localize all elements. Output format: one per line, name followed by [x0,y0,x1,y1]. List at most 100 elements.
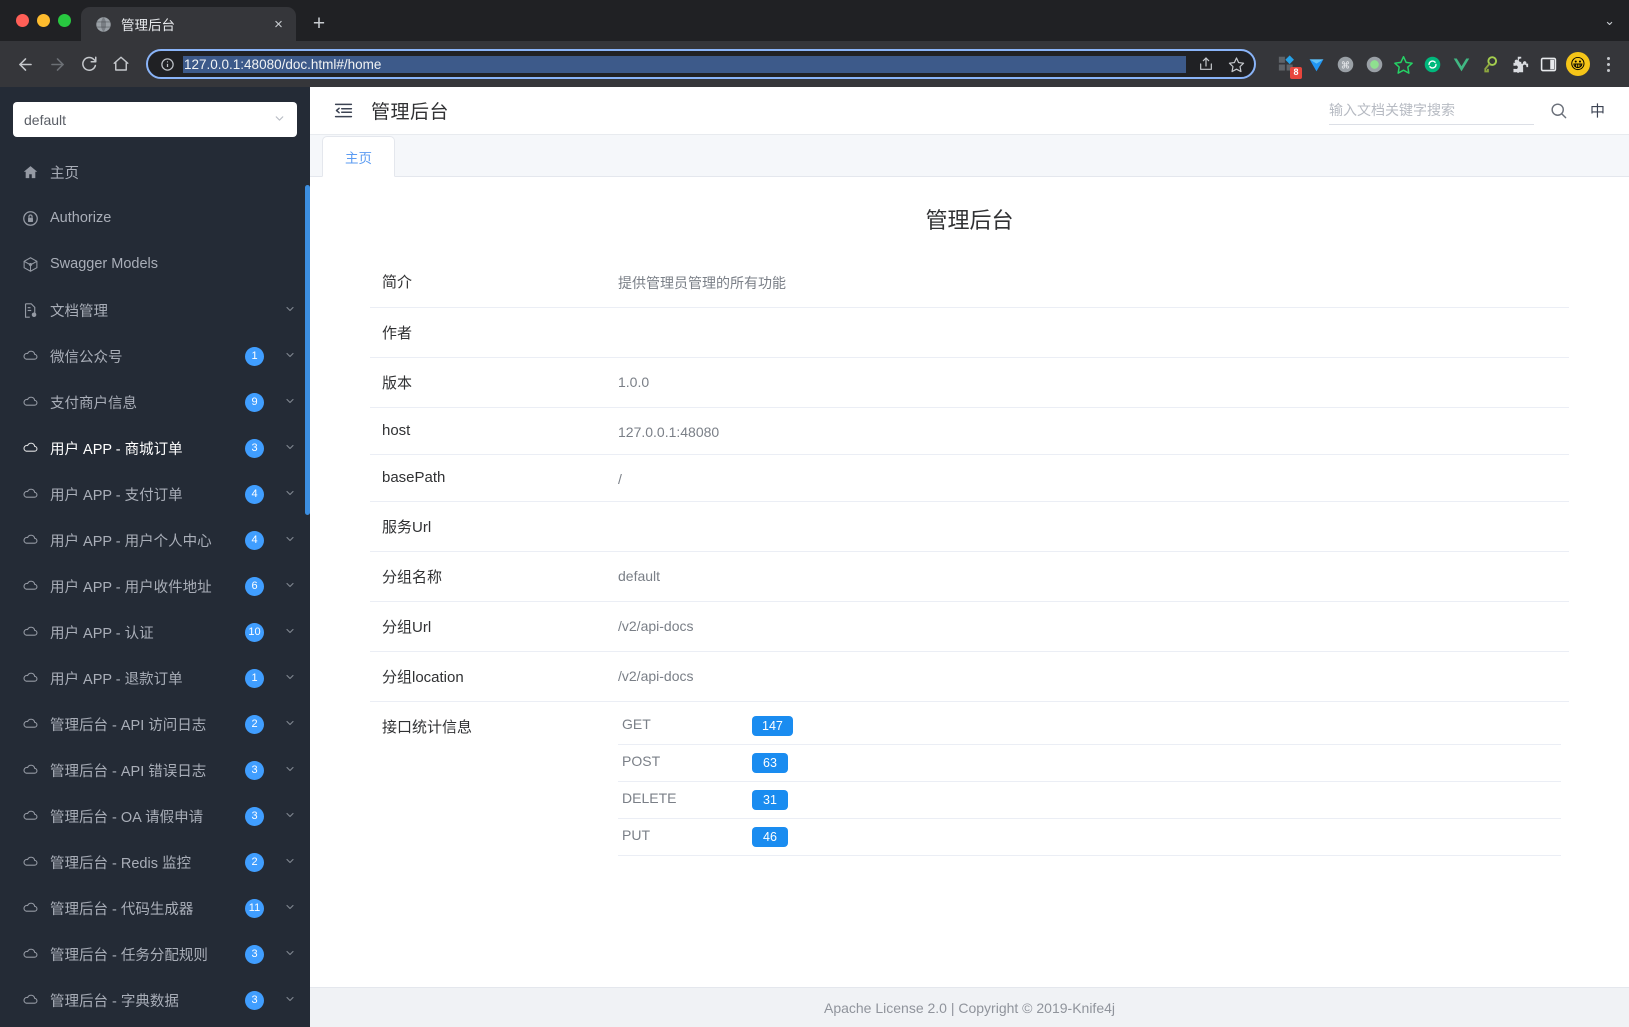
command-extension-icon[interactable]: ⌘ [1334,53,1356,75]
sidebar-item-label: 主页 [50,165,79,182]
sidebar-item-13[interactable]: 管理后台 - API 错误日志 3 [0,747,310,793]
circle-extension-icon[interactable] [1363,53,1385,75]
stats-row: GET 147 [618,708,1561,745]
cloud-icon [22,394,39,411]
chevron-down-icon[interactable] [284,947,296,962]
sidebar-item-1[interactable]: Authorize [0,195,310,241]
grid-extension-icon[interactable]: 8 [1276,53,1302,79]
search-box[interactable] [1328,97,1534,125]
address-bar[interactable]: 127.0.0.1:48080/doc.html#/home [146,49,1256,79]
browser-tabstrip: 管理后台 × + ⌄ [0,0,1629,41]
sidebar-item-2[interactable]: Swagger Models [0,241,310,287]
sidebar-item-18[interactable]: 管理后台 - 字典数据 3 [0,977,310,1023]
group-select[interactable]: default [13,102,297,137]
reload-icon[interactable] [74,49,104,79]
new-tab-button[interactable]: + [304,8,334,38]
status-badge: 147 [752,716,793,736]
chevron-down-icon[interactable] [284,717,296,732]
forward-icon[interactable] [42,49,72,79]
search-icon[interactable] [1542,101,1576,120]
sidebar-item-badge: 6 [245,576,264,596]
chevron-down-icon[interactable]: ⌄ [1604,13,1615,29]
info-value: / [618,471,622,487]
browser-toolbar: 127.0.0.1:48080/doc.html#/home 8 ⌘ 😀 [0,41,1629,87]
chevron-down-icon[interactable] [284,855,296,870]
cloud-icon [22,532,39,549]
sidebar-item-0[interactable]: 主页 [0,149,310,195]
info-key: 分组Url [382,619,432,636]
chevron-down-icon[interactable] [284,625,296,640]
chevron-down-icon[interactable] [284,993,296,1008]
puzzle-extensions-icon[interactable] [1508,53,1530,75]
info-key: 简介 [382,274,413,291]
maximize-window-button[interactable] [58,14,71,27]
browser-menu-icon[interactable] [1597,56,1619,72]
chevron-down-icon[interactable] [284,901,296,916]
omnibox-actions [1194,52,1248,76]
stats-row: DELETE 31 [618,782,1561,819]
star-green-extension-icon[interactable] [1392,53,1414,75]
info-value [610,308,1569,358]
collapse-menu-icon[interactable] [332,100,354,122]
http-method-count-cell: 46 [748,819,1561,856]
browser-window: 管理后台 × + ⌄ 127.0.0.1:48080/doc.html#/hom… [0,0,1629,1027]
back-icon[interactable] [10,49,40,79]
sidebar-item-7[interactable]: 用户 APP - 支付订单 4 [0,471,310,517]
chevron-down-icon[interactable] [284,303,296,318]
chevron-down-icon[interactable] [284,579,296,594]
vue-extension-icon[interactable] [1450,53,1472,75]
search-input[interactable] [1328,102,1534,118]
sidebar-scrollbar[interactable] [305,185,310,515]
chevron-down-icon[interactable] [284,441,296,456]
info-icon[interactable] [160,57,175,72]
home-icon[interactable] [106,49,136,79]
content-scroll-area[interactable]: 管理后台 简介 提供管理员管理的所有功能 作者 版本 1.0.0 host 127.0.0.… [310,177,1629,987]
sidebar-item-12[interactable]: 管理后台 - API 访问日志 2 [0,701,310,747]
sidebar-item-8[interactable]: 用户 APP - 用户个人中心 4 [0,517,310,563]
main-area: 管理后台 中 主页 管理后台 简介提供管理员管理的所有功能作者版本1.0. [310,87,1629,1027]
page-title: 管理后台 [371,102,450,123]
sidebar-item-16[interactable]: 管理后台 - 代码生成器 11 [0,885,310,931]
share-icon[interactable] [1194,52,1218,76]
close-window-button[interactable] [16,14,29,27]
chevron-down-icon[interactable] [284,671,296,686]
sidebar-item-15[interactable]: 管理后台 - Redis 监控 2 [0,839,310,885]
chevron-down-icon[interactable] [284,809,296,824]
sidebar-item-17[interactable]: 管理后台 - 任务分配规则 3 [0,931,310,977]
chevron-down-icon[interactable] [284,349,296,364]
browser-tab[interactable]: 管理后台 × [81,7,296,41]
tab-0[interactable]: 主页 [322,136,395,177]
avatar[interactable]: 😀 [1566,52,1590,76]
language-toggle[interactable]: 中 [1576,100,1611,121]
sidebar-item-10[interactable]: 用户 APP - 认证 10 [0,609,310,655]
http-method-count-cell: 31 [748,782,1561,819]
content-inner: 管理后台 简介 提供管理员管理的所有功能 作者 版本 1.0.0 host 127.0.0.… [310,203,1629,870]
chevron-down-icon[interactable] [284,533,296,548]
sidebar-item-11[interactable]: 用户 APP - 退款订单 1 [0,655,310,701]
sidebar-item-badge: 10 [245,622,264,642]
chevron-down-icon[interactable] [284,763,296,778]
sidepanel-icon[interactable] [1537,53,1559,75]
info-key: 服务Url [382,519,432,536]
sidebar-item-6[interactable]: 用户 APP - 商城订单 3 [0,425,310,471]
refresh-green-extension-icon[interactable] [1421,53,1443,75]
sidebar-item-9[interactable]: 用户 APP - 用户收件地址 6 [0,563,310,609]
sidebar-item-5[interactable]: 支付商户信息 9 [0,379,310,425]
minimize-window-button[interactable] [37,14,50,27]
footer-text: Apache License 2.0 | Copyright © 2019-Kn… [823,999,1116,1016]
chevron-down-icon[interactable] [284,487,296,502]
chevron-down-icon[interactable] [284,395,296,410]
http-method-label: GET [622,716,651,732]
sidebar-item-badge: 2 [245,852,264,872]
sidebar-item-14[interactable]: 管理后台 - OA 请假申请 3 [0,793,310,839]
cloud-icon [22,348,39,365]
key-extension-icon[interactable] [1479,53,1501,75]
sidebar-item-3[interactable]: 文档管理 [0,287,310,333]
url-text[interactable]: 127.0.0.1:48080/doc.html#/home [183,55,1186,73]
cloud-icon [22,624,39,641]
diamond-extension-icon[interactable] [1305,53,1327,75]
star-icon[interactable] [1224,52,1248,76]
cloud-icon [22,578,39,595]
sidebar-item-4[interactable]: 微信公众号 1 [0,333,310,379]
close-icon[interactable]: × [269,15,288,34]
